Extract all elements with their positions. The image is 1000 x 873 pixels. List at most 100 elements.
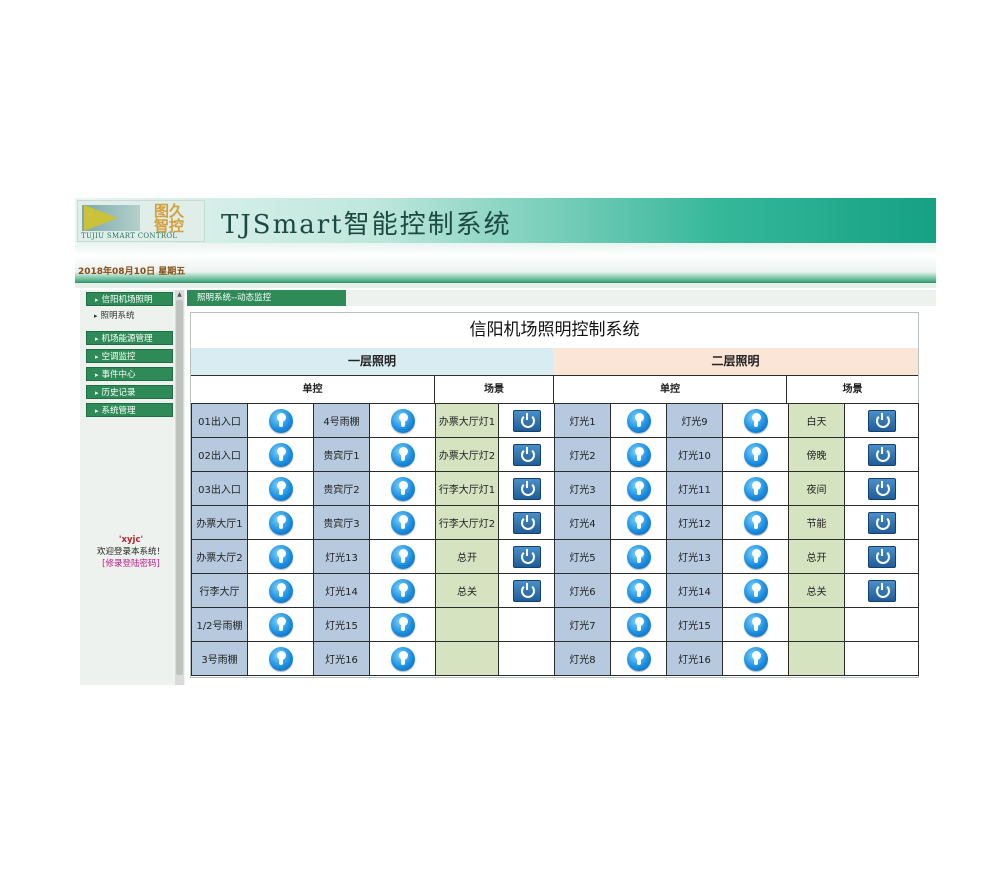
bulb-icon[interactable]: [743, 476, 768, 501]
power-icon[interactable]: [512, 545, 541, 568]
scene-label: 总开: [435, 539, 499, 574]
scene-label: 节能: [788, 505, 845, 540]
bulb-icon[interactable]: [390, 578, 415, 603]
scene-label: 白天: [788, 403, 845, 438]
bulb-icon[interactable]: [268, 544, 293, 569]
floor2-header: 二层照明: [553, 348, 918, 375]
bulb-icon[interactable]: [390, 408, 415, 433]
power-icon[interactable]: [867, 579, 896, 602]
bulb-icon[interactable]: [743, 612, 768, 637]
light-label: 办票大厅1: [191, 505, 248, 540]
scene-label: [435, 607, 499, 642]
bulb-icon[interactable]: [743, 578, 768, 603]
icon-cell: [498, 539, 555, 574]
power-icon[interactable]: [867, 477, 896, 500]
power-icon[interactable]: [867, 443, 896, 466]
bulb-icon[interactable]: [268, 510, 293, 535]
icon-cell: [498, 471, 555, 506]
bulb-icon[interactable]: [390, 476, 415, 501]
grid-row: 1/2号雨棚 灯光15 灯光7 灯光15: [191, 607, 919, 642]
bulb-icon[interactable]: [626, 578, 651, 603]
icon-cell: [247, 471, 314, 506]
light-label: 灯光16: [666, 641, 723, 676]
scene-label: 傍晚: [788, 437, 845, 472]
light-label: 灯光13: [313, 539, 370, 574]
power-icon[interactable]: [512, 443, 541, 466]
username: 'xyjc': [118, 535, 144, 545]
bulb-icon[interactable]: [743, 510, 768, 535]
bulb-icon[interactable]: [268, 612, 293, 637]
sidebar-item-history[interactable]: ▸ 历史记录: [86, 385, 173, 399]
bulb-icon[interactable]: [268, 646, 293, 671]
bulb-icon[interactable]: [743, 544, 768, 569]
light-label: 灯光7: [554, 607, 611, 642]
light-label: 贵宾厅1: [313, 437, 370, 472]
bulb-icon[interactable]: [743, 408, 768, 433]
icon-cell: [369, 505, 436, 540]
icon-cell: [722, 505, 789, 540]
light-label: 办票大厅2: [191, 539, 248, 574]
bulb-icon[interactable]: [268, 442, 293, 467]
icon-cell: [247, 641, 314, 676]
floor2-single-header: 单控: [554, 375, 787, 404]
bulb-icon[interactable]: [390, 544, 415, 569]
sidebar-scrollbar[interactable]: ▲: [175, 290, 184, 685]
grid-row: 03出入口 贵宾厅2 行李大厅灯1 灯光3 灯光11 夜间: [191, 471, 919, 506]
tab-bar: 照明系统--动态监控: [187, 290, 936, 306]
floor2-scene-header: 场景: [787, 375, 918, 404]
app-title: TJSmart智能控制系统: [221, 210, 512, 240]
sidebar-item-hvac-monitor[interactable]: ▸ 空调监控: [86, 349, 173, 363]
sidebar-item-system-management[interactable]: ▸ 系统管理: [86, 403, 173, 417]
bulb-icon[interactable]: [626, 476, 651, 501]
bulb-icon[interactable]: [268, 476, 293, 501]
power-icon[interactable]: [512, 477, 541, 500]
bulb-icon[interactable]: [626, 544, 651, 569]
header-banner: 图久 智控 TUJIU SMART CONTROL TJSmart智能控制系统: [75, 198, 936, 255]
icon-cell: [722, 539, 789, 574]
icon-cell: [247, 607, 314, 642]
light-label: 灯光5: [554, 539, 611, 574]
light-label: 灯光2: [554, 437, 611, 472]
bulb-icon[interactable]: [390, 612, 415, 637]
light-label: 行李大厅: [191, 573, 248, 608]
power-icon[interactable]: [867, 545, 896, 568]
logo-text-en: TUJIU SMART CONTROL: [81, 232, 178, 240]
panel-title: 信阳机场照明控制系统: [469, 320, 640, 340]
power-icon[interactable]: [867, 511, 896, 534]
sidebar-subitem-lighting-system[interactable]: ▸ 照明系统: [94, 309, 135, 323]
icon-cell: [610, 403, 667, 438]
app-window: 图久 智控 TUJIU SMART CONTROL TJSmart智能控制系统 …: [75, 198, 936, 688]
light-label: 03出入口: [191, 471, 248, 506]
bulb-icon[interactable]: [390, 646, 415, 671]
power-icon[interactable]: [512, 579, 541, 602]
scrollbar-thumb[interactable]: [176, 300, 183, 675]
bulb-icon[interactable]: [626, 612, 651, 637]
bulb-icon[interactable]: [268, 408, 293, 433]
icon-cell: [610, 471, 667, 506]
bulb-icon[interactable]: [390, 510, 415, 535]
bulb-icon[interactable]: [626, 442, 651, 467]
change-password-link[interactable]: [修录登陆密码]: [80, 558, 182, 570]
icon-cell: [369, 403, 436, 438]
light-label: 灯光16: [313, 641, 370, 676]
sidebar-item-event-center[interactable]: ▸ 事件中心: [86, 367, 173, 381]
logo: 图久 智控 TUJIU SMART CONTROL: [77, 200, 205, 242]
bulb-icon[interactable]: [743, 442, 768, 467]
floor1-scene-header: 场景: [435, 375, 554, 404]
sidebar-item-airport-lighting[interactable]: ▸ 信阳机场照明: [86, 292, 173, 306]
power-icon[interactable]: [867, 409, 896, 432]
icon-cell: [722, 641, 789, 676]
icon-cell: [610, 641, 667, 676]
bulb-icon[interactable]: [390, 442, 415, 467]
bulb-icon[interactable]: [626, 510, 651, 535]
bulb-icon[interactable]: [626, 408, 651, 433]
tab-lighting-monitor[interactable]: 照明系统--动态监控: [187, 290, 346, 306]
bulb-icon[interactable]: [743, 646, 768, 671]
light-label: 灯光13: [666, 539, 723, 574]
power-icon[interactable]: [512, 511, 541, 534]
bulb-icon[interactable]: [626, 646, 651, 671]
power-icon[interactable]: [512, 409, 541, 432]
sidebar-item-energy-management[interactable]: ▸ 机场能源管理: [86, 331, 173, 345]
scroll-up-icon[interactable]: ▲: [176, 291, 183, 298]
bulb-icon[interactable]: [268, 578, 293, 603]
